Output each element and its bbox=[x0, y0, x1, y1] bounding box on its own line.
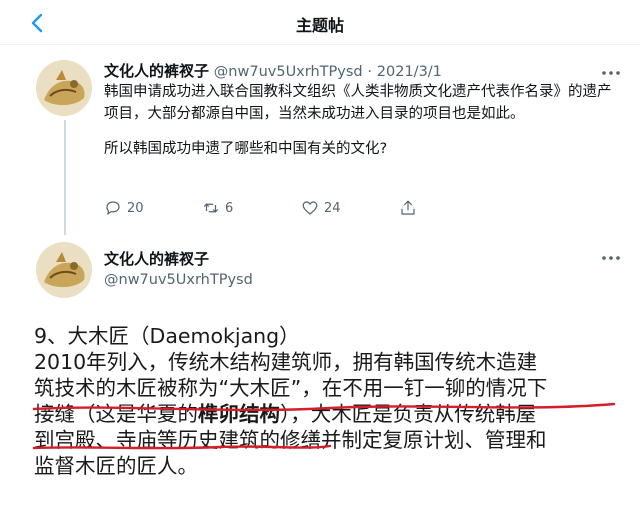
tweet-paragraph: 所以韩国成功申遗了哪些和中国有关的文化? bbox=[104, 141, 388, 157]
more-button[interactable] bbox=[600, 65, 622, 79]
like-count: 24 bbox=[324, 200, 341, 216]
article-line: 监督木匠的匠人。 bbox=[34, 454, 198, 478]
avatar[interactable] bbox=[36, 242, 92, 298]
share-button[interactable] bbox=[399, 197, 422, 219]
author-name[interactable]: 文化人的裤衩子 bbox=[104, 248, 253, 269]
article-text-segment: ），大木匠是负责从传统韩屋 bbox=[280, 402, 537, 426]
avatar[interactable] bbox=[36, 60, 92, 116]
author-name[interactable]: 文化人的裤衩子 bbox=[104, 62, 209, 80]
top-bar: 主题帖 bbox=[0, 0, 640, 45]
more-horizontal-icon bbox=[602, 256, 620, 260]
article-line: 筑技术的木匠被称为“大木匠”，在不用一钉一铆的情况下 bbox=[34, 376, 548, 400]
more-button[interactable] bbox=[600, 250, 622, 264]
reply-icon bbox=[106, 201, 120, 215]
article-line: 2010年列入，传统木结构建筑师，拥有韩国传统木造建 bbox=[34, 350, 538, 374]
avatar-image bbox=[36, 242, 92, 298]
like-button[interactable]: 24 bbox=[301, 197, 341, 219]
share-icon bbox=[401, 200, 415, 215]
separator: · bbox=[367, 64, 372, 80]
author-handle[interactable]: @nw7uv5UxrhTPysd bbox=[214, 64, 363, 80]
tweet-paragraph: 韩国申请成功进入联合国教科文组织《人类非物质文化遗产代表作名录》的遗产项目，大部… bbox=[104, 84, 612, 122]
tweet-header: 文化人的裤衩子 @nw7uv5UxrhTPysd bbox=[104, 248, 253, 288]
tweet-body: 韩国申请成功进入联合国教科文组织《人类非物质文化遗产代表作名录》的遗产项目，大部… bbox=[104, 81, 624, 160]
retweet-button[interactable]: 6 bbox=[202, 197, 233, 219]
thread-connector bbox=[64, 120, 66, 235]
avatar-image bbox=[36, 60, 92, 116]
heart-icon bbox=[302, 201, 318, 215]
retweet-icon bbox=[203, 203, 219, 213]
tweet-actions: 20 6 24 bbox=[104, 197, 434, 219]
highlighted-term: 榫卯结构 bbox=[198, 402, 280, 426]
article-line: 接缝（这是华夏的榫卯结构），大木匠是负责从传统韩屋 bbox=[34, 401, 624, 427]
reply-button[interactable]: 20 bbox=[104, 197, 144, 219]
reply-count: 20 bbox=[127, 200, 144, 216]
article-text: 9、大木匠（Daemokjang） 2010年列入，传统木结构建筑师，拥有韩国传… bbox=[34, 323, 624, 479]
tweet-header: 文化人的裤衩子 @nw7uv5UxrhTPysd · 2021/3/1 bbox=[104, 60, 442, 81]
tweet-date[interactable]: 2021/3/1 bbox=[377, 64, 442, 80]
article-line: 9、大木匠（Daemokjang） bbox=[34, 324, 300, 348]
retweet-count: 6 bbox=[225, 200, 234, 216]
author-handle[interactable]: @nw7uv5UxrhTPysd bbox=[104, 272, 253, 288]
page-title: 主题帖 bbox=[295, 16, 344, 35]
article-line: 到宫殿、寺庙等历史建筑的修缮并制定复原计划、管理和 bbox=[34, 428, 547, 452]
more-horizontal-icon bbox=[602, 71, 620, 75]
article-text-segment: 接缝（这是华夏的 bbox=[34, 402, 198, 426]
